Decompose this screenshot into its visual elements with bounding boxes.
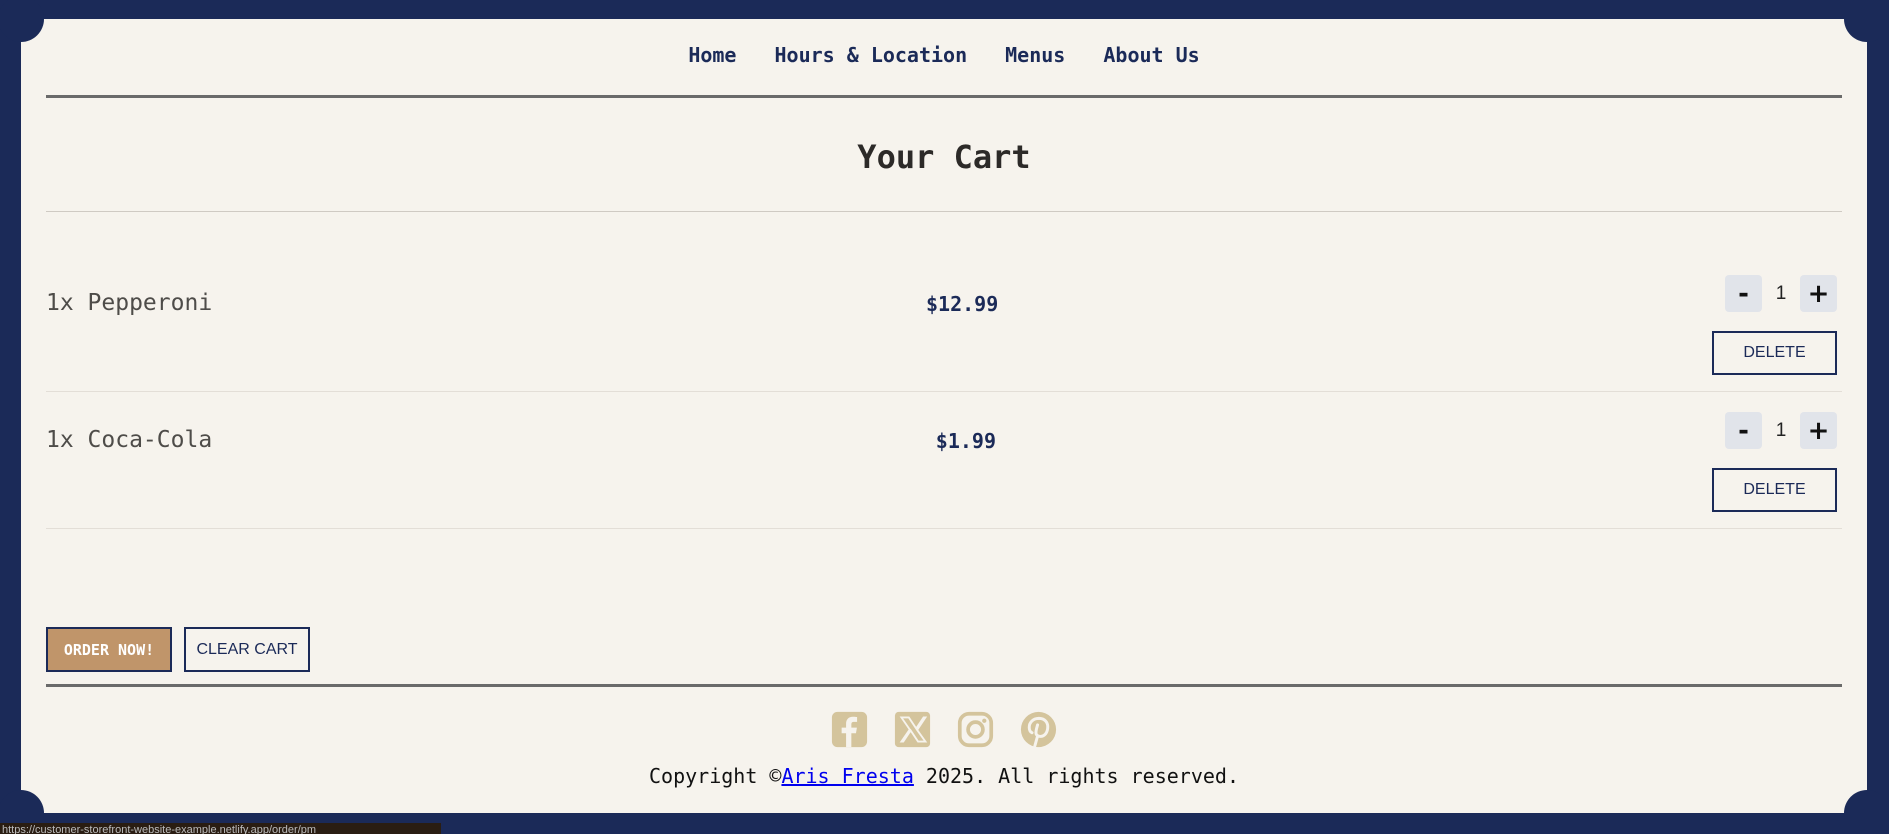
quantity-value: 1	[1775, 419, 1787, 441]
cart-item-name: 1x Coca-Cola	[46, 427, 213, 453]
quantity-stepper: - 1 +	[1725, 412, 1837, 449]
quantity-stepper: - 1 +	[1725, 275, 1837, 312]
facebook-icon[interactable]	[831, 711, 868, 748]
page-card: Home Hours & Location Menus About Us You…	[0, 0, 1889, 834]
footer: Copyright ©Aris Fresta 2025. All rights …	[46, 684, 1842, 794]
delete-item-button[interactable]: DELETE	[1712, 468, 1837, 512]
pinterest-icon[interactable]	[1020, 711, 1057, 748]
decrease-quantity-button[interactable]: -	[1725, 275, 1762, 312]
nav-hours-location[interactable]: Hours & Location	[774, 43, 967, 67]
quantity-value: 1	[1775, 282, 1787, 304]
cart-list: 1x Pepperoni $12.99 - 1 + DELETE 1x Coca…	[46, 255, 1842, 529]
cart-item-name: 1x Pepperoni	[46, 290, 213, 316]
copyright-suffix: 2025. All rights reserved.	[913, 764, 1239, 788]
copyright-prefix: Copyright ©	[648, 764, 782, 788]
cart-item-price: $1.99	[935, 429, 996, 453]
page-title: Your Cart	[46, 98, 1842, 212]
card-corner	[0, 0, 44, 42]
status-bar-url: https://customer-storefront-website-exam…	[0, 823, 441, 834]
cart-item: 1x Pepperoni $12.99 - 1 + DELETE	[46, 255, 1842, 392]
cart-item: 1x Coca-Cola $1.99 - 1 + DELETE	[46, 392, 1842, 529]
instagram-icon[interactable]	[957, 711, 994, 748]
clear-cart-button[interactable]: CLEAR CART	[184, 627, 310, 672]
card-corner	[1844, 790, 1889, 834]
card-corner	[1844, 0, 1889, 42]
x-twitter-icon[interactable]	[894, 711, 931, 748]
increase-quantity-button[interactable]: +	[1800, 412, 1837, 449]
social-links	[46, 711, 1842, 748]
main-nav: Home Hours & Location Menus About Us	[46, 19, 1842, 98]
decrease-quantity-button[interactable]: -	[1725, 412, 1762, 449]
cart-item-price: $12.99	[926, 292, 999, 316]
increase-quantity-button[interactable]: +	[1800, 275, 1837, 312]
nav-home[interactable]: Home	[688, 43, 736, 67]
copyright-text: Copyright ©Aris Fresta 2025. All rights …	[46, 764, 1842, 788]
order-now-button[interactable]: ORDER NOW!	[46, 627, 172, 672]
nav-menus[interactable]: Menus	[1005, 43, 1065, 67]
cart-actions: ORDER NOW! CLEAR CART	[46, 627, 310, 672]
delete-item-button[interactable]: DELETE	[1712, 331, 1837, 375]
nav-about-us[interactable]: About Us	[1103, 43, 1199, 67]
author-link[interactable]: Aris Fresta	[781, 764, 913, 788]
